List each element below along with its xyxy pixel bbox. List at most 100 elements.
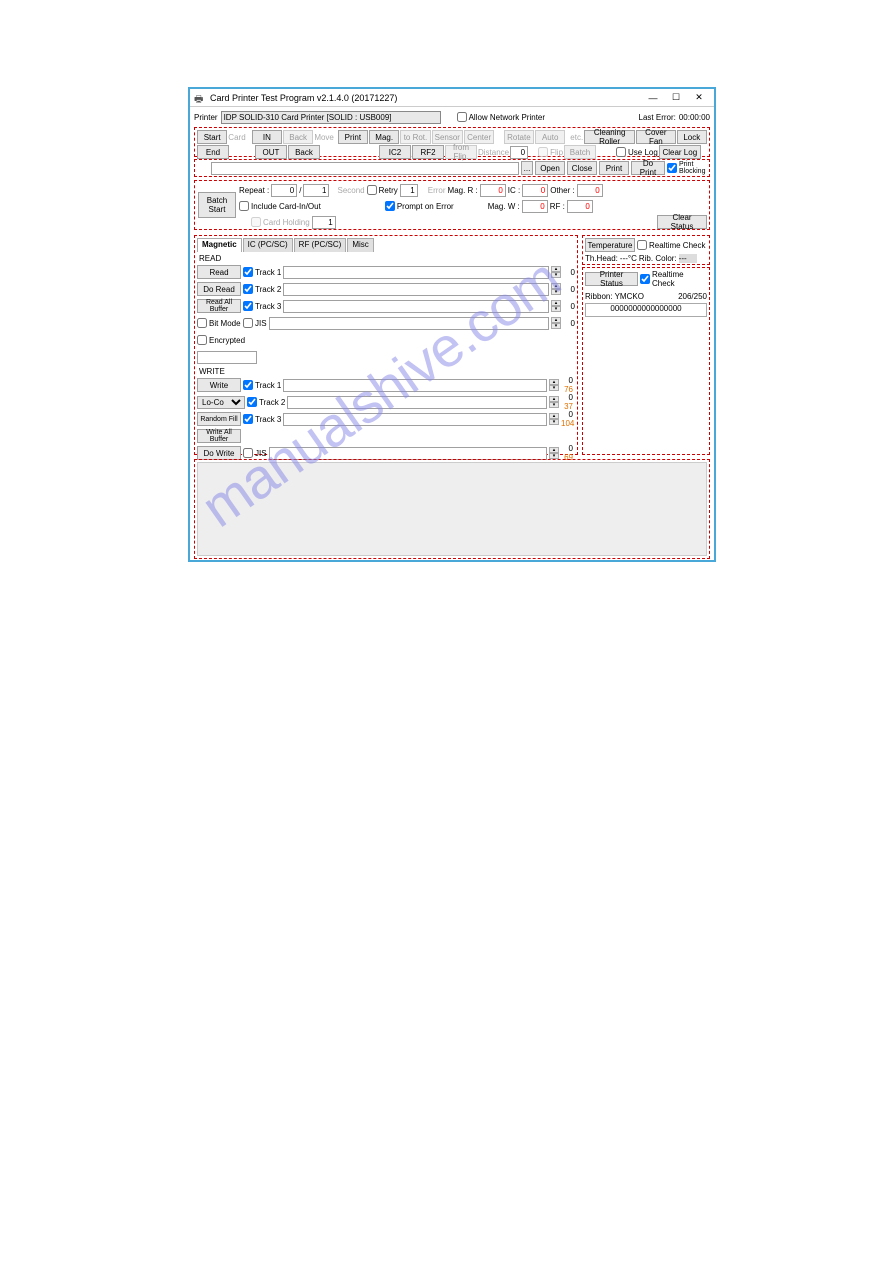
retry-checkbox[interactable]: Retry [367, 185, 398, 195]
printerstatus-button[interactable]: Printer Status [585, 272, 638, 286]
dowrite-button[interactable]: Do Write [197, 446, 241, 460]
write-track1-spinner[interactable]: ▴▾ [549, 379, 559, 391]
start-button[interactable]: Start [197, 130, 227, 144]
read-jis-checkbox[interactable]: JIS [243, 318, 267, 328]
magr-label: Mag. R : [448, 186, 478, 195]
doprint-button[interactable]: Do Print [631, 161, 665, 175]
bitmode-checkbox[interactable]: Bit Mode [197, 318, 241, 328]
read-button[interactable]: Read [197, 265, 241, 279]
write-track3-input[interactable] [283, 413, 547, 426]
center-button[interactable]: Center [464, 130, 494, 144]
ic-input[interactable] [522, 184, 548, 197]
ic2-button[interactable]: IC2 [379, 145, 411, 159]
minimize-button[interactable]: — [642, 91, 664, 105]
write-track2-spinner[interactable]: ▴▾ [549, 396, 559, 408]
read-track1-checkbox[interactable]: Track 1 [243, 267, 281, 277]
read-track3-spinner[interactable]: ▴▾ [551, 300, 561, 312]
lock-button[interactable]: Lock [677, 130, 707, 144]
temp-realtime-checkbox[interactable]: Realtime Check [637, 240, 705, 250]
read-track2-input[interactable] [283, 283, 549, 296]
doread-button[interactable]: Do Read [197, 282, 241, 296]
cover-fan-button[interactable]: Cover Fan [636, 130, 676, 144]
cleaning-roller-button[interactable]: Cleaning Roller [584, 130, 635, 144]
in-button[interactable]: IN [252, 130, 282, 144]
move-label: Move [314, 133, 336, 142]
repeat-tot-input[interactable] [303, 184, 329, 197]
write-track1-input[interactable] [283, 379, 547, 392]
clearstatus-button[interactable]: Clear Status [657, 215, 707, 229]
close-button2[interactable]: Close [567, 161, 597, 175]
rotate-button[interactable]: Rotate [504, 130, 534, 144]
read-track3-count: 0 [563, 302, 575, 311]
ribcolor-value: --- [679, 254, 697, 263]
end-button[interactable]: End [197, 145, 229, 159]
tab-icpcsc[interactable]: IC (PC/SC) [243, 238, 293, 252]
writeallbuffer-button[interactable]: Write All Buffer [197, 429, 241, 443]
clearlog-button[interactable]: Clear Log [659, 145, 701, 159]
uselog-checkbox[interactable]: Use Log [616, 147, 658, 157]
log-area[interactable] [197, 462, 707, 556]
batch-start-button[interactable]: Batch Start [198, 192, 236, 218]
close-button[interactable]: ✕ [688, 91, 710, 105]
read-track1-spinner[interactable]: ▴▾ [551, 266, 561, 278]
write-jis-input[interactable] [269, 447, 547, 460]
mag-button[interactable]: Mag. [369, 130, 399, 144]
read-track3-input[interactable] [283, 300, 549, 313]
loco-select[interactable]: Lo-Co [197, 396, 245, 409]
write-jis-checkbox[interactable]: JIS [243, 448, 267, 458]
cardholding-input[interactable] [312, 216, 336, 229]
write-track2-checkbox[interactable]: Track 2 [247, 397, 285, 407]
read-track1-input[interactable] [283, 266, 549, 279]
open-button[interactable]: Open [535, 161, 565, 175]
other-label: Other : [550, 186, 574, 195]
read-track2-checkbox[interactable]: Track 2 [243, 284, 281, 294]
write-track2-input[interactable] [287, 396, 547, 409]
tab-misc[interactable]: Misc [347, 238, 373, 252]
write-track3-checkbox[interactable]: Track 3 [243, 414, 281, 424]
write-jis-spinner[interactable]: ▴▾ [549, 447, 559, 459]
printer-select[interactable]: IDP SOLID-310 Card Printer [SOLID : USB0… [221, 111, 441, 124]
read-track3-checkbox[interactable]: Track 3 [243, 301, 281, 311]
maximize-button[interactable]: ☐ [665, 91, 687, 105]
batch-button[interactable]: Batch [564, 145, 596, 159]
prompt-on-error-checkbox[interactable]: Prompt on Error [385, 201, 454, 211]
encrypted-input[interactable] [197, 351, 257, 364]
magr-input[interactable] [480, 184, 506, 197]
repeat-cur-input[interactable] [271, 184, 297, 197]
write-track3-spinner[interactable]: ▴▾ [549, 413, 559, 425]
back-button[interactable]: Back [283, 130, 313, 144]
readallbuffer-button[interactable]: Read All Buffer [197, 299, 241, 313]
tab-rfpcsc[interactable]: RF (PC/SC) [294, 238, 347, 252]
back2-button[interactable]: Back [288, 145, 320, 159]
read-track2-spinner[interactable]: ▴▾ [551, 283, 561, 295]
distance-input[interactable] [510, 146, 528, 159]
temperature-button[interactable]: Temperature [585, 238, 635, 252]
cmd-dropdown-button[interactable]: ... [521, 161, 533, 175]
tab-strip: Magnetic IC (PC/SC) RF (PC/SC) Misc [197, 238, 575, 252]
print-button2[interactable]: Print [599, 161, 629, 175]
write-button[interactable]: Write [197, 378, 241, 392]
magw-input[interactable] [522, 200, 548, 213]
printblocking-checkbox[interactable]: Print Blocking [667, 161, 707, 175]
other-input[interactable] [577, 184, 603, 197]
torot-button[interactable]: to Rot. [400, 130, 430, 144]
write-track1-checkbox[interactable]: Track 1 [243, 380, 281, 390]
pstatus-realtime-checkbox[interactable]: Realtime Check [640, 270, 707, 288]
encrypted-checkbox[interactable]: Encrypted [197, 335, 241, 345]
randomfill-button[interactable]: Random Fill [197, 412, 241, 426]
read-jis-spinner[interactable]: ▴▾ [551, 317, 561, 329]
read-jis-input[interactable] [269, 317, 549, 330]
allow-network-checkbox[interactable]: Allow Network Printer [457, 112, 545, 122]
fromflip-button[interactable]: from Flip. [445, 145, 477, 159]
tab-magnetic[interactable]: Magnetic [197, 238, 242, 252]
rf2-button[interactable]: RF2 [412, 145, 444, 159]
out-button[interactable]: OUT [255, 145, 287, 159]
retry-input[interactable] [400, 184, 418, 197]
sensor-button[interactable]: Sensor [432, 130, 463, 144]
rf-input[interactable] [567, 200, 593, 213]
temperature-section: Temperature Realtime Check Th.Head: ---°… [582, 235, 710, 265]
command-input[interactable] [211, 162, 519, 175]
auto-button[interactable]: Auto [535, 130, 565, 144]
include-cardinout-checkbox[interactable]: Include Card-In/Out [239, 201, 321, 211]
print-button[interactable]: Print [338, 130, 368, 144]
